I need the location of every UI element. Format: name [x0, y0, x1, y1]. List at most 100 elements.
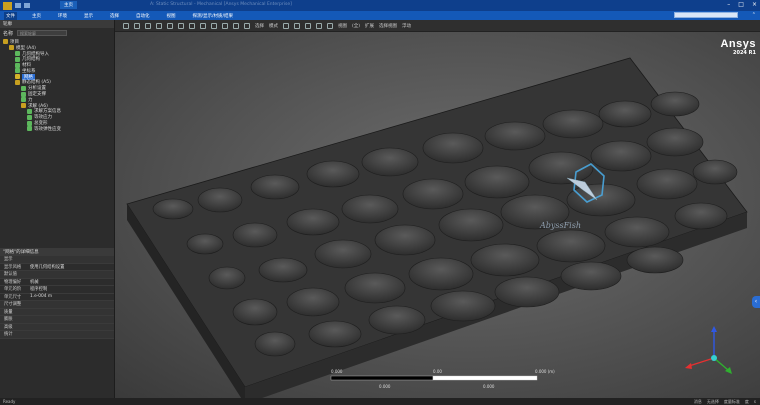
- ribbon-tab-display[interactable]: 显示: [82, 12, 95, 20]
- details-row[interactable]: 统计: [0, 331, 114, 339]
- ribbon-search-input[interactable]: [674, 12, 738, 18]
- close-icon[interactable]: ×: [752, 1, 757, 8]
- toolbar-float-label[interactable]: 浮动: [402, 23, 411, 29]
- toolbar-view-label[interactable]: 视图: [338, 23, 347, 29]
- toolbar-select-label[interactable]: 选择: [255, 23, 264, 29]
- plate-hole: [308, 320, 362, 348]
- details-row[interactable]: 高级: [0, 323, 114, 331]
- scale-tick-top-0: 0.000: [331, 369, 343, 374]
- plate-hole: [344, 272, 406, 304]
- zoom-icon[interactable]: [123, 22, 129, 29]
- window-title: A: Static Structural - Mechanical [Ansys…: [150, 2, 292, 7]
- back-view-icon[interactable]: [200, 22, 206, 29]
- details-key: 单元尺寸: [4, 294, 22, 300]
- pan-icon[interactable]: [156, 22, 162, 29]
- details-row[interactable]: 显示风格 使用几何结构设置: [0, 264, 114, 271]
- ribbon-tab-probe[interactable]: 探测/显示/材质/结果: [191, 12, 236, 20]
- front-view-icon[interactable]: [189, 22, 195, 29]
- bottom-view-icon[interactable]: [222, 22, 228, 29]
- ribbon-tab-automation[interactable]: 自动化: [134, 12, 152, 20]
- title-tab-home[interactable]: 主页: [60, 1, 77, 9]
- node-select-icon[interactable]: [327, 22, 333, 29]
- save-icon[interactable]: [15, 3, 21, 8]
- plate-hole: [536, 229, 606, 263]
- toolbar-mode-label[interactable]: 模式: [269, 23, 278, 29]
- geometry-icon: [15, 56, 20, 62]
- face-select-icon[interactable]: [305, 22, 311, 29]
- info-icon: [27, 108, 32, 114]
- plate-hole: [152, 198, 194, 220]
- scale-tick-bottom-1: 0.000: [483, 384, 495, 389]
- details-row[interactable]: 单元尺寸 1.e-004 m: [0, 294, 114, 301]
- status-units[interactable]: 度量标准: [724, 399, 740, 405]
- static-icon: [15, 79, 20, 85]
- details-key: 膨胀: [4, 317, 13, 323]
- plate-hole: [650, 91, 700, 117]
- zoom-fit-icon[interactable]: [134, 22, 140, 29]
- stress-icon: [27, 114, 32, 120]
- status-angle-units[interactable]: 度: [745, 399, 749, 405]
- plate-hole: [186, 233, 224, 255]
- outline-header: 轮廓: [0, 20, 114, 28]
- plate-hole: [341, 194, 399, 224]
- ribbon-collapse-icon[interactable]: ⌃: [752, 12, 756, 18]
- deform-icon: [27, 120, 32, 126]
- details-row[interactable]: 默认值: [0, 271, 114, 279]
- details-row[interactable]: 膨胀: [0, 316, 114, 324]
- rotate-icon[interactable]: [167, 22, 173, 29]
- details-row[interactable]: 单元的阶 程序控制: [0, 286, 114, 294]
- right-view-icon[interactable]: [244, 22, 250, 29]
- model-icon: [9, 45, 14, 51]
- zoom-box-icon[interactable]: [145, 22, 151, 29]
- toolbar-selection-view-label[interactable]: 选择视图: [379, 23, 397, 29]
- body-select-icon[interactable]: [316, 22, 322, 29]
- details-key: 单元的阶: [4, 287, 22, 293]
- minimize-icon[interactable]: –: [727, 1, 730, 8]
- details-key: 显示风格: [4, 264, 22, 270]
- details-row[interactable]: 质量: [0, 308, 114, 316]
- side-help-button[interactable]: ‹: [752, 296, 760, 308]
- scale-bar: 0.000 0.00 0.000 (m) 0.000 0.000: [330, 369, 555, 389]
- ribbon-tab-file[interactable]: 文件: [4, 11, 17, 20]
- details-row[interactable]: 显示: [0, 256, 114, 264]
- outline-search-input[interactable]: 搜索轮廓: [17, 30, 68, 36]
- status-selection: 无选择: [706, 399, 719, 404]
- project-icon: [3, 39, 8, 45]
- coordinate-icon: [15, 68, 20, 74]
- ribbon-tab-view[interactable]: 视图: [165, 12, 178, 20]
- left-view-icon[interactable]: [233, 22, 239, 29]
- edge-select-icon[interactable]: [294, 22, 300, 29]
- graphics-viewport[interactable]: Ansys 2024 R1 AbyssFish 0.000 0.00 0.000…: [115, 32, 760, 398]
- top-view-icon[interactable]: [211, 22, 217, 29]
- plate-hole: [250, 174, 300, 200]
- plate-hole: [258, 257, 308, 283]
- strain-icon: [27, 126, 32, 132]
- title-tabs: 主页: [60, 1, 77, 9]
- isometric-icon[interactable]: [178, 22, 184, 29]
- toolbar-extend-label[interactable]: 扩展: [365, 23, 374, 29]
- maximize-icon[interactable]: □: [738, 1, 744, 8]
- plate-hole: [604, 216, 670, 248]
- plate-hole: [464, 165, 530, 199]
- undo-icon[interactable]: [24, 3, 30, 8]
- ribbon-tab-selection[interactable]: 选择: [108, 12, 121, 20]
- plate-hole: [402, 178, 464, 210]
- details-row[interactable]: 物理偏好 机械: [0, 279, 114, 286]
- solution-icon: [21, 103, 26, 109]
- ribbon-tab-environment[interactable]: 环境: [56, 12, 69, 20]
- tree-item[interactable]: 等效弹性应变: [0, 126, 114, 132]
- status-messages[interactable]: 消息: [694, 399, 702, 405]
- plate-hole: [286, 208, 340, 236]
- mesh-icon: [15, 74, 20, 80]
- toolbar-all-label[interactable]: (全): [352, 23, 360, 29]
- details-header: "网格"的详细信息: [0, 248, 114, 256]
- app-logo-icon: [3, 1, 12, 10]
- plate-hole: [692, 159, 738, 185]
- ribbon-tab-home[interactable]: 主页: [30, 12, 43, 20]
- details-row[interactable]: 尺寸调整: [0, 301, 114, 309]
- outline-tree: 项目 模型 (A4) 几何结构导入 几何结构 材料 坐标系 网格 静态结构 (A5) 分析设置固…: [0, 39, 114, 132]
- vertex-select-icon[interactable]: [283, 22, 289, 29]
- status-time-units[interactable]: s: [754, 399, 756, 405]
- plate-hole: [646, 127, 704, 157]
- plate-hole: [674, 202, 728, 230]
